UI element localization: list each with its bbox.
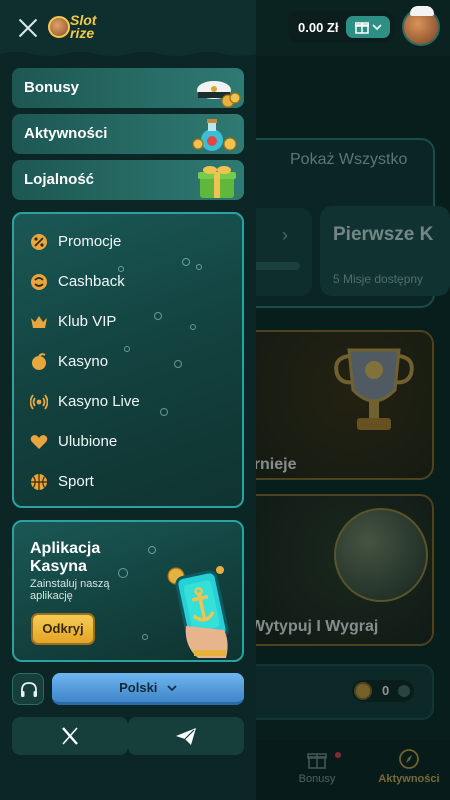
main-menu: Promocje Cashback Klub VIP Kasyno Kasyno… xyxy=(12,212,244,508)
category-lojalnosc[interactable]: Lojalność xyxy=(12,160,244,200)
bubble-decoration xyxy=(142,634,148,640)
menu-item-label: Promocje xyxy=(58,233,122,250)
menu-item-promocje[interactable]: Promocje xyxy=(14,224,242,260)
balance-pill[interactable]: 0.00 Zł xyxy=(288,11,394,43)
balance-amount: 0.00 Zł xyxy=(298,20,339,35)
chevron-down-icon xyxy=(371,24,382,31)
drawer-header: Slot rize xyxy=(0,0,256,58)
headset-icon xyxy=(21,682,37,697)
chevron-down-icon xyxy=(167,685,177,692)
app-promo-title-line2: Kasyna xyxy=(30,558,87,575)
menu-item-kasyno-live[interactable]: Kasyno Live xyxy=(14,384,242,420)
percent-icon xyxy=(31,234,47,250)
gift-box-icon xyxy=(198,166,236,198)
menu-item-klub-vip[interactable]: Klub VIP xyxy=(14,304,242,340)
category-lojalnosc-label: Lojalność xyxy=(24,171,95,188)
menu-item-label: Sport xyxy=(58,473,94,490)
app-promo-card: Aplikacja Kasyna Zainstaluj naszą aplika… xyxy=(12,520,244,662)
menu-item-label: Cashback xyxy=(58,273,125,290)
wallet-gift-button[interactable] xyxy=(346,16,390,38)
support-button[interactable] xyxy=(12,673,44,705)
cashback-icon xyxy=(31,274,47,290)
live-broadcast-icon xyxy=(30,394,48,410)
category-bonusy-label: Bonusy xyxy=(24,79,80,96)
heart-icon xyxy=(30,435,48,449)
menu-item-sport[interactable]: Sport xyxy=(14,464,242,500)
captain-hat-coins-icon xyxy=(197,81,241,108)
category-aktywnosci-label: Aktywności xyxy=(24,125,108,142)
language-selector[interactable]: Polski xyxy=(52,673,244,705)
avatar[interactable] xyxy=(402,6,440,46)
menu-item-label: Ulubione xyxy=(58,433,118,450)
telegram-button[interactable] xyxy=(128,717,244,755)
x-twitter-button[interactable] xyxy=(12,717,128,755)
telegram-icon xyxy=(176,728,196,745)
potion-icon xyxy=(192,119,237,151)
basketball-icon xyxy=(31,474,47,490)
close-button[interactable] xyxy=(18,18,38,38)
menu-item-label: Kasyno xyxy=(58,353,109,370)
discover-button[interactable]: Odkryj xyxy=(31,613,95,645)
phone-in-hand-icon xyxy=(167,566,229,658)
side-drawer: Slot rize Bonusy Aktywności Lojalność Pr… xyxy=(0,0,256,800)
menu-item-label: Klub VIP xyxy=(58,313,117,330)
backdrop-overlay[interactable] xyxy=(256,56,450,800)
app-promo-subtitle-line2: aplikację xyxy=(30,590,73,602)
app-promo-subtitle-line1: Zainstaluj naszą xyxy=(30,578,110,590)
crown-icon xyxy=(31,316,47,328)
logo[interactable]: Slot rize xyxy=(48,12,106,42)
logo-mascot-icon xyxy=(48,16,70,38)
menu-item-kasyno[interactable]: Kasyno xyxy=(14,344,242,380)
bubble-decoration xyxy=(118,568,128,578)
menu-item-cashback[interactable]: Cashback xyxy=(14,264,242,300)
menu-item-ulubione[interactable]: Ulubione xyxy=(14,424,242,460)
menu-item-label: Kasyno Live xyxy=(58,393,140,410)
casino-icon xyxy=(32,353,46,370)
category-bonusy[interactable]: Bonusy xyxy=(12,68,244,108)
category-aktywnosci[interactable]: Aktywności xyxy=(12,114,244,154)
x-logo-icon xyxy=(62,727,78,745)
app-promo-title-line1: Aplikacja xyxy=(30,540,101,557)
header-wave-divider xyxy=(0,52,256,58)
bubble-decoration xyxy=(148,546,156,554)
language-label: Polski xyxy=(119,680,158,695)
logo-text-bottom: rize xyxy=(70,25,95,41)
gift-icon xyxy=(354,22,369,34)
